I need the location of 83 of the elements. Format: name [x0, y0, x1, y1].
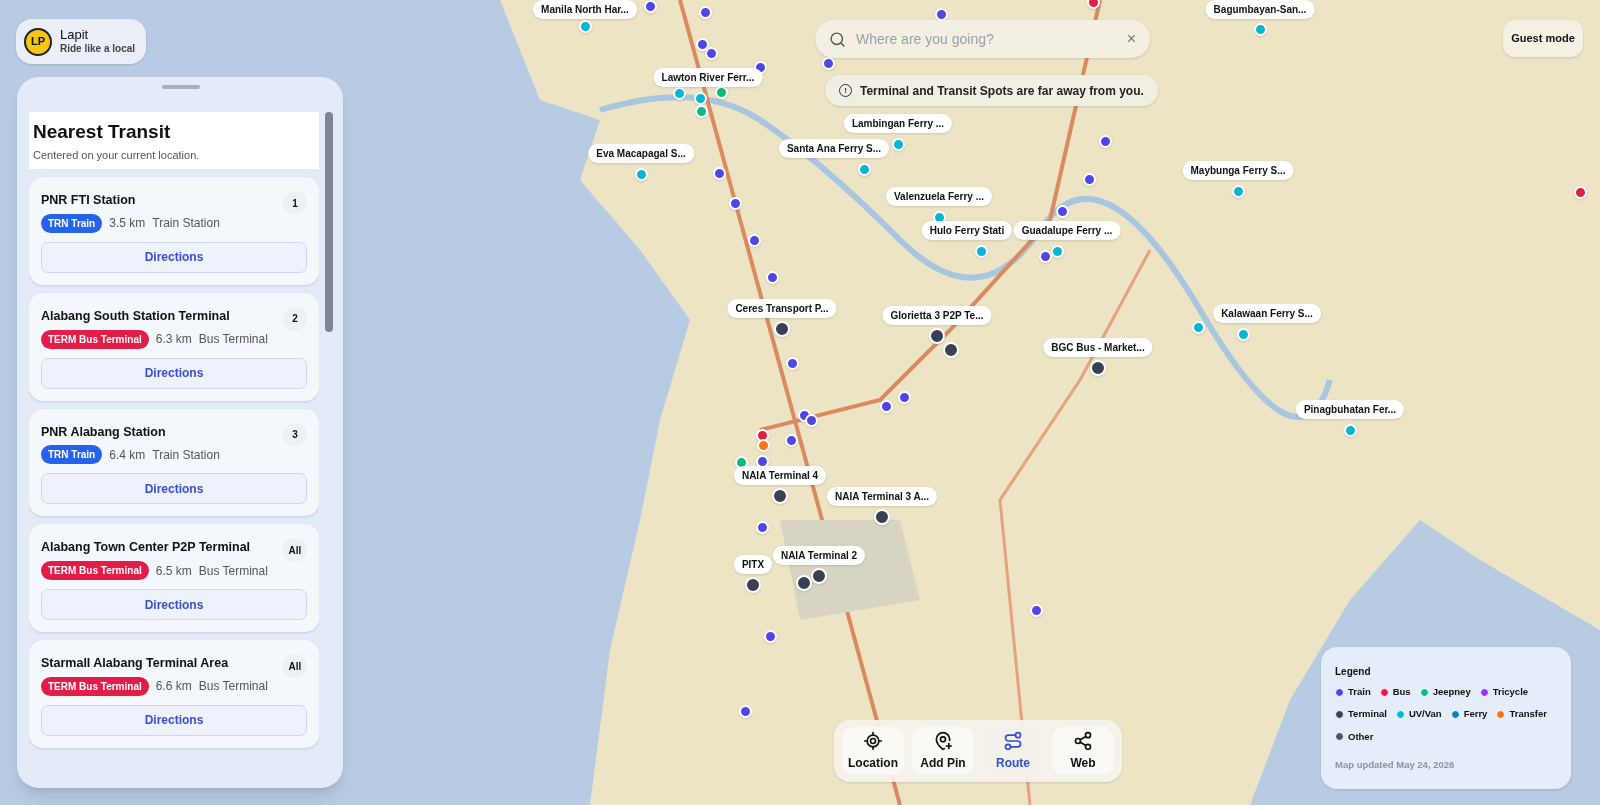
map-pin-label: Kalawaan Ferry S...: [1213, 304, 1321, 323]
map-updated-text: Map updated May 24, 2026: [1335, 757, 1456, 772]
station-name: PNR Alabang Station: [41, 423, 167, 441]
transit-badge: TRN Train: [41, 213, 103, 233]
map-pin-label: Guadalupe Ferry ...: [1013, 221, 1121, 240]
guest-mode-button[interactable]: Guest mode: [1503, 20, 1583, 57]
directions-button[interactable]: Directions: [41, 704, 307, 736]
distance-text: 6.6 km: [155, 678, 192, 696]
toolbar-button[interactable]: Web: [1052, 727, 1114, 775]
directions-button[interactable]: Directions: [41, 473, 307, 505]
toolbar-button[interactable]: Add Pin: [912, 727, 974, 775]
legend-label: Tricycle: [1492, 685, 1529, 699]
station-type: Train Station: [152, 446, 220, 464]
distance-text: 6.5 km: [155, 562, 192, 580]
share-icon: [1073, 730, 1093, 751]
map-pin-label: Manila North Har...: [533, 0, 637, 19]
panel-subtitle: Centered on your current location.: [33, 147, 201, 163]
result-card[interactable]: Alabang Town Center P2P Terminal TERM Bus Terminal 6.5 km Bus Terminal All Directions: [29, 524, 319, 632]
result-card[interactable]: Starmall Alabang Terminal Area TERM Bus Terminal 6.6 km Bus Terminal All Directions: [29, 640, 319, 748]
crosshair-icon: [863, 730, 883, 751]
rank-badge: All: [283, 654, 307, 678]
legend-label: Ferry: [1463, 707, 1488, 722]
transit-badge: TRN Train: [41, 445, 103, 465]
rank-badge: All: [283, 538, 307, 563]
legend-label: UV/Van: [1408, 707, 1442, 722]
clear-button[interactable]: ×: [1126, 27, 1136, 51]
rank-badge: 3: [283, 422, 307, 447]
map-pin-label: Hulo Ferry Stati: [921, 221, 1013, 240]
legend-label: Other: [1348, 729, 1374, 744]
map-pin-label: Maybunga Ferry S...: [1182, 161, 1294, 180]
map-pin-label: Pinagbuhatan Fer...: [1295, 400, 1405, 419]
rank-badge: 2: [283, 306, 307, 331]
map-pin-label: Glorietta 3 P2P Te...: [882, 306, 992, 325]
map-pin-label: Eva Macapagal S...: [588, 144, 694, 163]
legend-label: Terminal: [1348, 707, 1387, 722]
distance-text: 3.5 km: [109, 215, 146, 233]
map-pin-label: NAIA Terminal 3 A...: [826, 487, 938, 506]
brand-name: Lapit: [60, 27, 90, 44]
station-name: PNR FTI Station: [41, 192, 137, 209]
map-pin-label: NAIA Terminal 2: [772, 546, 866, 565]
map-pin-label: Lawton River Ferr...: [653, 68, 763, 87]
map-pin-label: NAIA Terminal 4: [733, 466, 827, 485]
toolbar-button[interactable]: Location: [842, 727, 904, 775]
legend-title: Legend: [1335, 665, 1372, 679]
drag-handle[interactable]: [162, 85, 200, 89]
result-card[interactable]: Alabang South Station Terminal TERM Bus Terminal 6.3 km Bus Terminal 2 Directions: [29, 292, 319, 401]
legend-label: Train: [1348, 685, 1371, 699]
directions-button[interactable]: Directions: [41, 589, 307, 620]
map-pin-label: Ceres Transport P...: [727, 299, 837, 318]
panel-title: Nearest Transit: [33, 120, 172, 144]
result-card[interactable]: PNR FTI Station TRN Train 3.5 km Train Station 1 Directions: [29, 177, 319, 285]
legend-label: Jeepney: [1432, 685, 1471, 699]
result-card[interactable]: PNR Alabang Station TRN Train 6.4 km Train Station 3 Directions: [29, 408, 319, 517]
search-field[interactable]: Where are you going? ×: [815, 20, 1150, 58]
map-pin-icon: [933, 730, 953, 751]
transit-badge: TERM Bus Terminal: [41, 676, 149, 696]
map-pin-label: Santa Ana Ferry S...: [778, 139, 890, 158]
map-pin-label: BGC Bus - Market...: [1043, 338, 1153, 357]
station-name: Alabang Town Center P2P Terminal: [41, 539, 252, 557]
scrollbar[interactable]: [325, 112, 333, 332]
rank-badge: 1: [283, 191, 307, 215]
legend-label: Bus: [1392, 685, 1411, 699]
station-type: Bus Terminal: [198, 562, 268, 580]
search-icon: [829, 30, 846, 48]
station-type: Bus Terminal: [198, 331, 268, 348]
logo-icon: LP: [24, 27, 52, 56]
map-pin-label: Valenzuela Ferry ...: [886, 187, 992, 206]
legend-label: Transfer: [1509, 707, 1547, 722]
notice-text: Terminal and Transit Spots are far away from you.: [860, 82, 1144, 100]
directions-button[interactable]: Directions: [41, 357, 307, 389]
station-name: Starmall Alabang Terminal Area: [41, 655, 230, 672]
station-type: Bus Terminal: [198, 678, 268, 696]
map-pin-label: Bagumbayan-San...: [1205, 0, 1315, 19]
transit-badge: TERM Bus Terminal: [41, 561, 149, 580]
directions-button[interactable]: Directions: [41, 241, 307, 273]
route-icon: [1003, 730, 1023, 751]
station-name: Alabang South Station Terminal: [41, 307, 231, 325]
transit-badge: TERM Bus Terminal: [41, 329, 149, 349]
station-type: Train Station: [152, 215, 220, 233]
map-pin-label: Lambingan Ferry ...: [843, 114, 953, 133]
distance-text: 6.3 km: [155, 331, 192, 348]
distance-text: 6.4 km: [109, 446, 146, 464]
brand-tagline: Ride like a local: [60, 43, 136, 56]
